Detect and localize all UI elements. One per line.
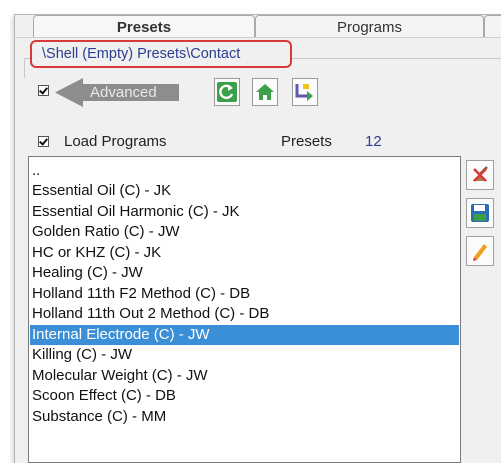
tab-presets[interactable]: Presets (33, 15, 255, 37)
clear-icon (473, 166, 488, 182)
list-item[interactable]: .. (30, 161, 459, 181)
presets-count-label: Presets (281, 133, 332, 150)
up-folder-icon (295, 84, 313, 101)
list-item[interactable]: Essential Oil (C) - JK (30, 181, 459, 201)
load-programs-label: Load Programs (64, 133, 167, 150)
list-item[interactable]: Scoon Effect (C) - DB (30, 386, 459, 406)
list-item[interactable]: Holland 11th Out 2 Method (C) - DB (30, 304, 459, 324)
presets-panel: Presets Programs \Shell (Empty) Presets\… (14, 14, 501, 463)
advanced-label: Advanced (90, 84, 157, 101)
tab-divider (15, 37, 501, 38)
tab-more[interactable] (484, 15, 501, 37)
home-icon (256, 84, 274, 100)
group-border-left (24, 58, 25, 78)
path-breadcrumb: \Shell (Empty) Presets\Contact (30, 40, 292, 68)
list-item[interactable]: Molecular Weight (C) - JW (30, 366, 459, 386)
edit-icon (473, 244, 487, 261)
list-item-selected[interactable]: Internal Electrode (C) - JW (30, 325, 459, 345)
save-button[interactable] (466, 198, 494, 228)
list-item[interactable]: Healing (C) - JW (30, 263, 459, 283)
up-folder-button[interactable] (292, 78, 318, 106)
presets-count: 12 (365, 133, 382, 150)
list-item[interactable]: Holland 11th F2 Method (C) - DB (30, 284, 459, 304)
home-button[interactable] (252, 78, 278, 106)
list-item[interactable]: Killing (C) - JW (30, 345, 459, 365)
save-icon (471, 204, 489, 222)
list-item[interactable]: Essential Oil Harmonic (C) - JK (30, 202, 459, 222)
clear-button[interactable] (466, 160, 494, 190)
refresh-icon (217, 82, 237, 102)
refresh-button[interactable] (214, 78, 240, 106)
list-item[interactable]: Substance (C) - MM (30, 407, 459, 427)
advanced-checkbox[interactable] (38, 85, 49, 96)
edit-button[interactable] (466, 236, 494, 266)
load-programs-checkbox[interactable] (38, 136, 49, 147)
presets-list[interactable]: .. Essential Oil (C) - JK Essential Oil … (28, 156, 461, 463)
list-item[interactable]: Golden Ratio (C) - JW (30, 222, 459, 242)
list-item[interactable]: HC or KHZ (C) - JK (30, 243, 459, 263)
tab-programs[interactable]: Programs (255, 15, 484, 37)
